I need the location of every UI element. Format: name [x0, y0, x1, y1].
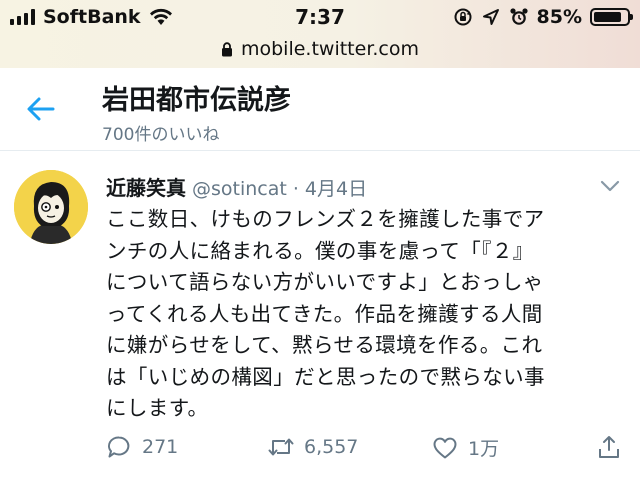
tweet[interactable]: 近藤笑真 @sotincat · 4月4日 ここ数日、けものフレンズ２を擁護した…	[0, 150, 640, 491]
battery-percent: 85%	[536, 6, 582, 28]
reply-button[interactable]: 271	[106, 434, 178, 460]
tweet-text-line: ここ数日、けものフレンズ２を擁護した事でア	[106, 207, 545, 231]
retweet-icon	[268, 438, 294, 456]
lock-icon	[221, 41, 232, 56]
url-text[interactable]: mobile.twitter.com	[241, 38, 419, 60]
heart-icon	[433, 437, 457, 458]
header-separator: ·	[292, 178, 299, 200]
battery-icon	[590, 8, 633, 26]
orientation-lock-icon	[454, 8, 472, 26]
reply-icon	[108, 436, 130, 458]
tweet-header: 近藤笑真 @sotincat · 4月4日	[106, 172, 367, 201]
retweet-button[interactable]: 6,557	[268, 434, 358, 460]
author-handle[interactable]: @sotincat	[192, 178, 287, 200]
share-icon	[599, 436, 619, 458]
share-button[interactable]	[596, 434, 622, 460]
alarm-icon	[509, 8, 528, 25]
address-bar[interactable]: mobile.twitter.com	[0, 36, 640, 62]
back-arrow-icon[interactable]	[26, 96, 56, 122]
tweet-text-line: ンチの人に絡まれる。僕の事を慮って「『２』	[106, 238, 534, 263]
chevron-down-icon[interactable]	[600, 180, 620, 192]
likes-count-subtitle: 700件のいいね	[102, 125, 220, 145]
tweet-text-line: ってくれる人も出てきた。作品を擁護する人間	[106, 301, 543, 326]
tweet-text-line: は「いじめの構図」だと思ったので黙らない事	[106, 364, 545, 389]
avatar[interactable]	[14, 170, 88, 244]
status-bar: SoftBank 7:37 85%	[0, 0, 640, 34]
page-header: 岩田都市伝説彦 700件のいいね	[0, 68, 640, 151]
tweet-date[interactable]: 4月4日	[305, 174, 367, 201]
retweet-count: 6,557	[304, 436, 359, 458]
page-title: 岩田都市伝説彦	[102, 85, 291, 116]
like-button[interactable]: 1万	[432, 434, 499, 461]
avatar-illustration	[14, 170, 88, 244]
reply-count: 271	[142, 436, 179, 458]
like-count: 1万	[468, 438, 500, 460]
author-name[interactable]: 近藤笑真	[106, 172, 186, 201]
tweet-text-line: に嫌がらせをして、黙らせる環境を作る。これ	[106, 333, 543, 357]
location-arrow-icon	[482, 9, 499, 25]
status-right-group: 85%	[453, 6, 633, 28]
battery-level-fill	[594, 12, 622, 22]
browser-top-bar: SoftBank 7:37 85% mobile.twitter.com	[0, 0, 640, 68]
tweet-text-line: にします。	[106, 396, 209, 420]
tweet-text-line: について語らない方がいいですよ」とおっしゃ	[106, 270, 544, 294]
tweet-text: ここ数日、けものフレンズ２を擁護した事でア ンチの人に絡まれる。僕の事を慮って「…	[106, 204, 636, 425]
tweet-actions: 271 6,557 1万	[106, 434, 626, 464]
